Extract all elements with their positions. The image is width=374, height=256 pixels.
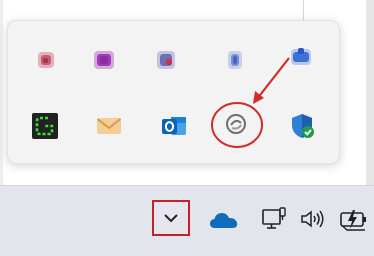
network-icon[interactable] (261, 206, 287, 232)
mail-icon[interactable] (95, 112, 123, 140)
windows-security-icon[interactable] (288, 112, 316, 140)
blurred-app-icon[interactable] (152, 46, 180, 74)
onedrive-icon[interactable] (209, 210, 239, 230)
copilot-icon[interactable] (222, 110, 250, 138)
blurred-app-icon[interactable] (221, 46, 249, 74)
outlook-icon[interactable] (160, 112, 188, 140)
battery-icon[interactable] (339, 204, 369, 234)
volume-icon[interactable] (300, 208, 326, 230)
blurred-app-icon[interactable] (287, 42, 315, 70)
blurred-app-icon[interactable] (90, 46, 118, 74)
show-hidden-icons-button[interactable] (152, 200, 190, 236)
right-edge (366, 0, 374, 200)
blurred-app-icon[interactable] (32, 46, 60, 74)
greenshot-icon[interactable] (31, 112, 59, 140)
chevron-up-icon (164, 214, 178, 223)
